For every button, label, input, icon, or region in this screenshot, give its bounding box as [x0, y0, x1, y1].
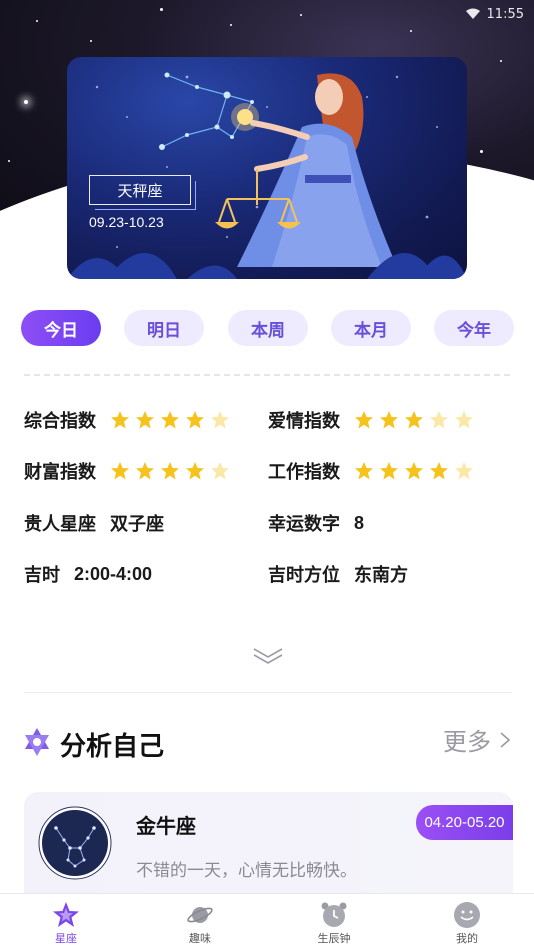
wealth-index: 财富指数 [24, 458, 230, 484]
hexagram-icon [25, 728, 49, 756]
star-filled-icon [111, 462, 129, 480]
taurus-avatar-icon [38, 806, 112, 880]
lucky-direction-value: 东南方 [354, 565, 408, 585]
chevron-right-icon [500, 731, 511, 748]
fortune-row: 吉时 2:00-4:00 吉时方位 东南方 [24, 561, 514, 587]
overall-star-rating [110, 410, 230, 430]
nav-label-fun: 趣味 [189, 932, 211, 945]
star-sign-icon [53, 902, 79, 927]
lucky-time-label: 吉时 [24, 565, 60, 586]
star-filled-icon [355, 411, 373, 429]
star-filled-icon [136, 411, 154, 429]
work-index-label: 工作指数 [268, 462, 340, 483]
nav-item-birth-clock[interactable]: 生辰钟 [284, 894, 384, 949]
alarm-clock-icon [321, 902, 347, 927]
fortune-row: 贵人星座 双子座 幸运数字 8 [24, 510, 514, 536]
tab-today[interactable]: 今日 [21, 310, 101, 346]
star-filled-icon [161, 411, 179, 429]
nav-item-mine[interactable]: 我的 [417, 894, 517, 949]
nav-label-constellation: 星座 [55, 932, 77, 945]
expand-chevron-icon[interactable] [252, 645, 284, 665]
card-description: 不错的一天，心情无比畅快。 [136, 861, 357, 881]
tab-this-month[interactable]: 本月 [331, 310, 411, 346]
lucky-number-value: 8 [354, 512, 365, 533]
planet-icon [187, 907, 213, 923]
star-filled-icon [430, 462, 448, 480]
wealth-star-rating [110, 461, 230, 481]
banner-date-range: 09.23-10.23 [89, 214, 164, 230]
nav-item-fun[interactable]: 趣味 [150, 894, 250, 949]
period-tabs: 今日 明日 本周 本月 今年 [21, 310, 514, 346]
star-filled-icon [405, 462, 423, 480]
dashed-divider [24, 374, 510, 376]
section-divider [24, 692, 512, 693]
noble-sign: 贵人星座 双子座 [24, 510, 164, 536]
star-filled-icon [380, 411, 398, 429]
bottom-nav: 星座 趣味 生辰钟 我的 [0, 893, 534, 949]
noble-sign-label: 贵人星座 [24, 514, 96, 535]
lucky-direction: 吉时方位 东南方 [268, 561, 408, 587]
star-filled-icon [111, 411, 129, 429]
star-empty-icon [430, 411, 448, 429]
star-filled-icon [136, 462, 154, 480]
overall-index-label: 综合指数 [24, 411, 96, 432]
star-empty-icon [211, 411, 229, 429]
work-index: 工作指数 [268, 458, 474, 484]
section-title: 分析自己 [60, 732, 165, 762]
star-filled-icon [380, 462, 398, 480]
status-bar: 11:55 [465, 4, 524, 24]
star-filled-icon [161, 462, 179, 480]
star-empty-icon [211, 462, 229, 480]
star-filled-icon [405, 411, 423, 429]
status-time: 11:55 [486, 6, 524, 22]
work-star-rating [354, 461, 474, 481]
love-index-label: 爱情指数 [268, 411, 340, 432]
star-filled-icon [186, 411, 204, 429]
fortune-row: 财富指数 工作指数 [24, 458, 514, 484]
star-empty-icon [455, 462, 473, 480]
love-index: 爱情指数 [268, 407, 474, 433]
more-link[interactable]: 更多 [443, 722, 511, 757]
lucky-time-value: 2:00-4:00 [74, 563, 153, 584]
wifi-icon [465, 8, 480, 19]
tab-this-year[interactable]: 今年 [434, 310, 514, 346]
love-star-rating [354, 410, 474, 430]
tab-this-week[interactable]: 本周 [228, 310, 308, 346]
card-sign-name: 金牛座 [136, 814, 196, 838]
nav-label-birth-clock: 生辰钟 [317, 932, 351, 945]
wealth-index-label: 财富指数 [24, 462, 96, 483]
zodiac-banner[interactable]: 天秤座 09.23-10.23 [67, 57, 467, 279]
lucky-number-label: 幸运数字 [268, 514, 340, 535]
noble-sign-value: 双子座 [110, 514, 164, 534]
tab-tomorrow[interactable]: 明日 [124, 310, 204, 346]
libra-illustration [67, 72, 467, 279]
overall-index: 综合指数 [24, 407, 230, 433]
star-filled-icon [355, 462, 373, 480]
smiley-face-icon [454, 902, 480, 928]
star-filled-icon [186, 462, 204, 480]
lucky-direction-label: 吉时方位 [268, 565, 340, 586]
nav-item-constellation[interactable]: 星座 [16, 894, 116, 949]
banner-sign-name: 天秤座 [89, 175, 196, 210]
more-label: 更多 [443, 728, 491, 756]
nav-label-mine: 我的 [456, 932, 478, 945]
lucky-time: 吉时 2:00-4:00 [24, 561, 152, 587]
card-date-badge: 04.20-05.20 [416, 805, 513, 840]
star-empty-icon [455, 411, 473, 429]
fortune-row: 综合指数 爱情指数 [24, 407, 514, 433]
lucky-number: 幸运数字 8 [268, 510, 364, 536]
